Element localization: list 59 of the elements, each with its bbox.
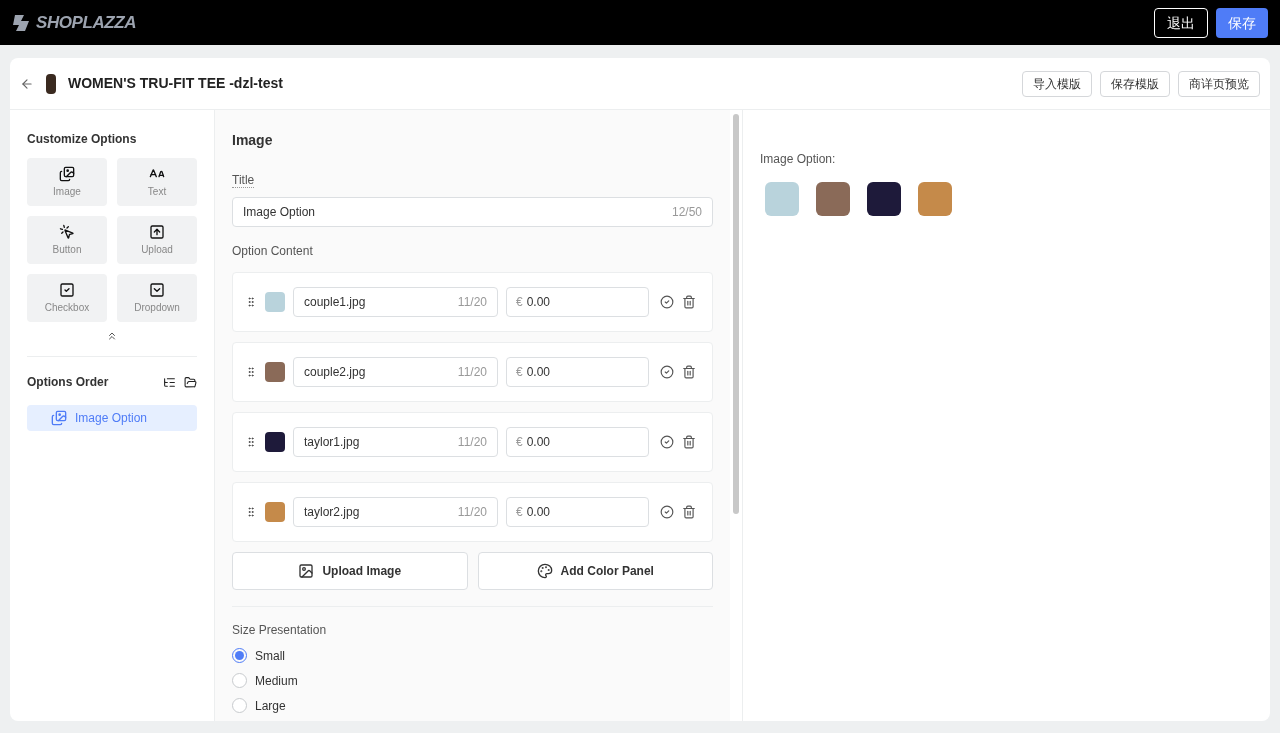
- section-title: Options Order: [27, 374, 109, 391]
- price-input[interactable]: € 0.00: [506, 287, 649, 317]
- drag-handle-icon[interactable]: [245, 366, 257, 378]
- title-input[interactable]: Image Option 12/50: [232, 197, 713, 227]
- product-title: WOMEN'S TRU-FIT TEE -dzl-test: [68, 74, 283, 93]
- delete-icon[interactable]: [682, 505, 696, 519]
- preview-label: Image Option:: [760, 151, 837, 168]
- photo-placeholder: [265, 432, 285, 452]
- cursor-click-icon: [59, 223, 75, 240]
- exit-button[interactable]: 退出: [1154, 7, 1208, 38]
- option-name-input[interactable]: taylor2.jpg 11/20: [293, 497, 498, 527]
- palette-icon: [536, 563, 553, 579]
- header-button[interactable]: 商详页预览: [1178, 70, 1260, 97]
- price-input[interactable]: € 0.00: [506, 427, 649, 457]
- photo-placeholder[interactable]: [867, 182, 901, 216]
- tree-icon[interactable]: [163, 375, 176, 389]
- size-radio[interactable]: Large: [232, 693, 713, 718]
- logo-icon: [12, 12, 32, 33]
- images-icon: [59, 165, 75, 182]
- section-title: Customize Options: [27, 131, 138, 148]
- check-circle-icon[interactable]: [660, 295, 674, 309]
- image-icon: [298, 563, 315, 579]
- action-button[interactable]: Add Color Panel: [477, 552, 713, 590]
- checkbox-icon: [59, 281, 75, 298]
- price-input[interactable]: € 0.00: [506, 497, 649, 527]
- field-label: Option Content: [232, 243, 314, 260]
- action-button[interactable]: Upload Image: [232, 552, 468, 590]
- drag-handle-icon[interactable]: [245, 506, 257, 518]
- check-circle-icon[interactable]: [660, 505, 674, 519]
- option-name-input[interactable]: couple2.jpg 11/20: [293, 357, 498, 387]
- size-radio[interactable]: Medium: [232, 668, 713, 693]
- check-circle-icon[interactable]: [660, 365, 674, 379]
- images-icon: [51, 410, 67, 426]
- upload-icon: [149, 223, 165, 240]
- delete-icon[interactable]: [682, 365, 696, 379]
- delete-icon[interactable]: [682, 435, 696, 449]
- drag-handle-icon[interactable]: [245, 436, 257, 448]
- product-thumbnail: [46, 73, 56, 94]
- photo-placeholder: [265, 362, 285, 382]
- photo-placeholder: [265, 502, 285, 522]
- drag-handle-icon[interactable]: [245, 296, 257, 308]
- header-button[interactable]: 保存模版: [1100, 70, 1170, 97]
- logo-text: SHOPLAZZA: [36, 11, 137, 34]
- check-circle-icon[interactable]: [660, 435, 674, 449]
- photo-placeholder: [265, 292, 285, 312]
- field-label: Title: [232, 173, 255, 188]
- size-radio[interactable]: Small: [232, 643, 713, 668]
- option-name-input[interactable]: couple1.jpg 11/20: [293, 287, 498, 317]
- header-button[interactable]: 导入模版: [1022, 70, 1092, 97]
- price-input[interactable]: € 0.00: [506, 357, 649, 387]
- folder-icon[interactable]: [184, 375, 197, 389]
- delete-icon[interactable]: [682, 295, 696, 309]
- field-label: Size Presentation: [232, 622, 328, 639]
- section-heading: Image: [232, 131, 274, 150]
- collapse-icon[interactable]: [106, 330, 118, 342]
- dropdown-icon: [149, 281, 165, 298]
- save-button[interactable]: 保存: [1216, 7, 1268, 38]
- option-name-input[interactable]: taylor1.jpg 11/20: [293, 427, 498, 457]
- scrollbar-thumb[interactable]: [733, 114, 739, 514]
